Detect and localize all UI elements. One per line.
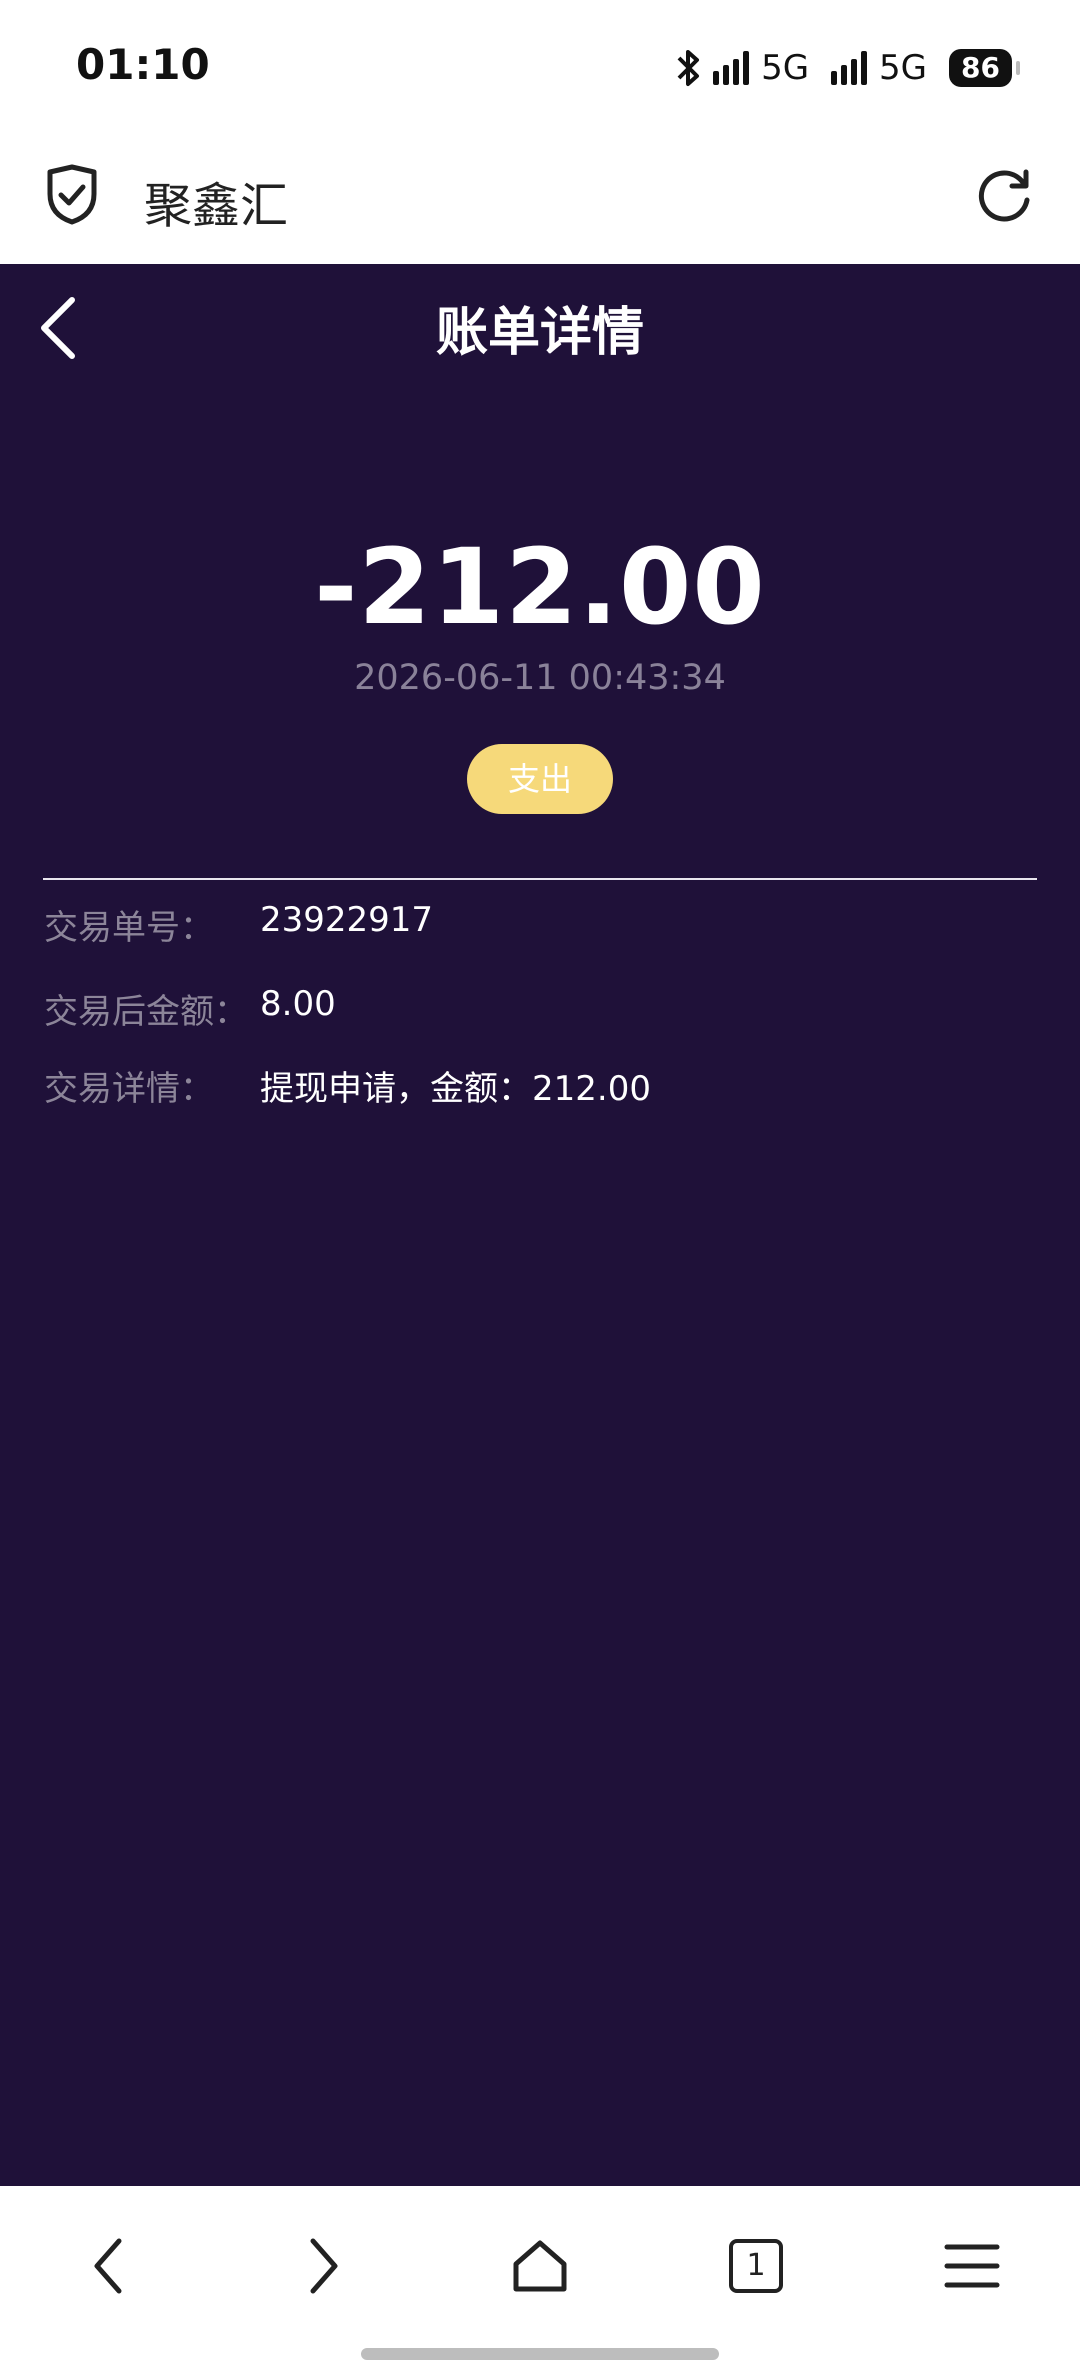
detail-row-description: 交易详情： 提现申请，金额：212.00 bbox=[44, 1061, 1044, 1111]
battery-icon: 86 bbox=[949, 49, 1012, 87]
detail-label: 交易详情： bbox=[44, 1069, 214, 1109]
detail-row-order-number: 交易单号： 23922917 bbox=[44, 900, 1044, 950]
tab-count: 1 bbox=[729, 2239, 783, 2293]
detail-row-balance-after: 交易后金额： 8.00 bbox=[44, 984, 1044, 1034]
nav-back-icon[interactable] bbox=[68, 2226, 148, 2306]
divider bbox=[43, 878, 1037, 880]
detail-value: 8.00 bbox=[260, 984, 336, 1024]
status-time: 01:10 bbox=[76, 40, 210, 89]
nav-home-icon[interactable] bbox=[500, 2226, 580, 2306]
status-bar: 01:10 5G 5G 86 bbox=[0, 0, 1080, 134]
browser-bar: 聚鑫汇 bbox=[0, 134, 1080, 264]
bottom-nav: 1 bbox=[0, 2186, 1080, 2378]
home-indicator[interactable] bbox=[361, 2348, 719, 2360]
bluetooth-icon bbox=[675, 48, 701, 88]
nav-tabs-icon[interactable]: 1 bbox=[716, 2226, 796, 2306]
detail-value: 提现申请，金额：212.00 bbox=[260, 1069, 651, 1109]
transaction-amount: -212.00 bbox=[314, 526, 766, 648]
bill-detail-page: 账单详情 -212.00 2026-06-11 00:43:34 支出 交易单号… bbox=[0, 264, 1080, 2186]
nav-forward-icon[interactable] bbox=[284, 2226, 364, 2306]
detail-value: 23922917 bbox=[260, 900, 434, 940]
page-title: 账单详情 bbox=[435, 303, 644, 363]
network-label: 5G bbox=[879, 48, 928, 88]
status-icons: 5G 5G 86 bbox=[675, 44, 1020, 92]
battery-nub bbox=[1016, 61, 1020, 75]
signal-icon bbox=[713, 51, 750, 85]
nav-menu-icon[interactable] bbox=[932, 2226, 1012, 2306]
shield-check-icon[interactable] bbox=[44, 164, 100, 230]
screen: 01:10 5G 5G 86 聚鑫汇 账单详情 -212.00 2026-06-… bbox=[0, 0, 1080, 2378]
site-title: 聚鑫汇 bbox=[144, 178, 289, 234]
network-label: 5G bbox=[761, 48, 810, 88]
detail-label: 交易单号： bbox=[44, 908, 214, 948]
reload-icon[interactable] bbox=[974, 164, 1036, 230]
detail-label: 交易后金额： bbox=[44, 992, 248, 1032]
signal-icon bbox=[831, 51, 868, 85]
transaction-datetime: 2026-06-11 00:43:34 bbox=[354, 658, 726, 698]
transaction-type-badge: 支出 bbox=[467, 744, 613, 814]
